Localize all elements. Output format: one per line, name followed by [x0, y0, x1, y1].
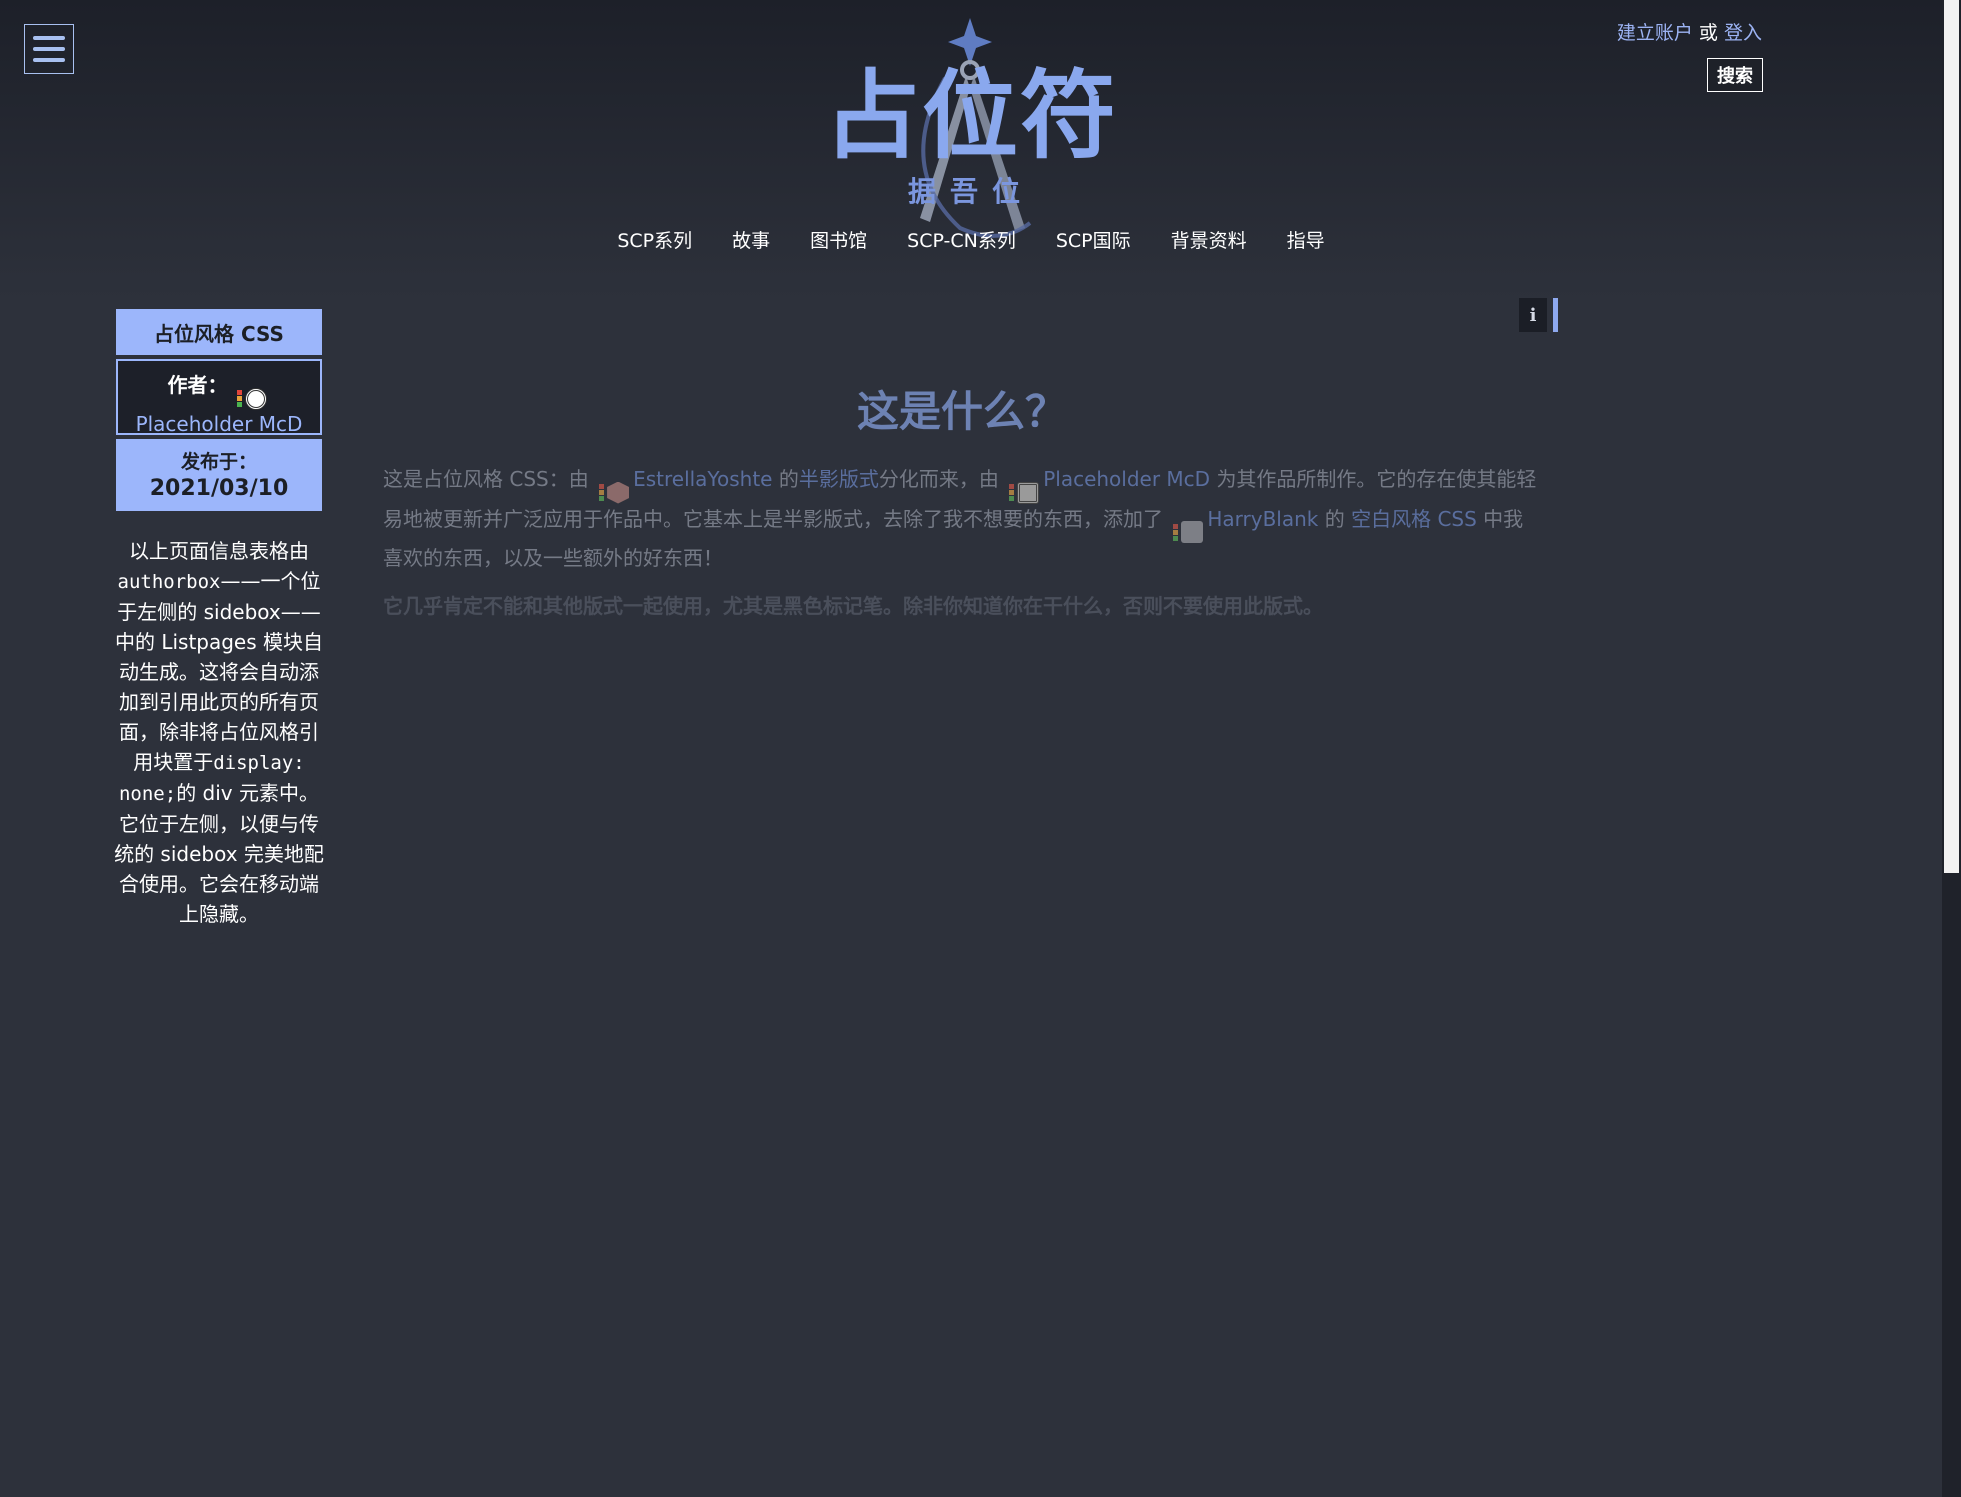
karma-bars-icon: [1173, 523, 1179, 541]
scrollbar-thumb[interactable]: [1944, 0, 1959, 873]
intro-text: 这是占位风格 CSS：由: [383, 467, 589, 491]
penumbra-theme-link[interactable]: 半影版式: [799, 467, 879, 491]
nav-item-background[interactable]: 背景资料: [1171, 226, 1247, 253]
hamburger-icon-line: [33, 47, 65, 51]
nav-item-guide[interactable]: 指导: [1287, 226, 1325, 253]
author-box-title: 占位风格 CSS: [116, 309, 322, 355]
nav-item-scp-series[interactable]: SCP系列: [617, 226, 692, 253]
scrollbar[interactable]: [1942, 0, 1961, 1497]
nav-item-library[interactable]: 图书馆: [810, 226, 867, 253]
avatar: [607, 481, 630, 504]
sidebox-text-2: ——一个位于左侧的 sidebox——中的 Listpages 模块自动生成。这…: [114, 569, 324, 774]
site-title[interactable]: 占位符: [824, 68, 1118, 164]
date-value: 2021/03/10: [149, 476, 289, 501]
top-nav: SCP系列 故事 图书馆 SCP-CN系列 SCP国际 背景资料 指导: [0, 226, 1942, 253]
hamburger-icon: [33, 36, 65, 40]
intro-text: 的: [778, 467, 799, 491]
user-link-estrellayoshte[interactable]: EstrellaYoshte: [633, 467, 772, 491]
user-link-placeholder-mcd[interactable]: Placeholder McD: [1043, 467, 1210, 491]
account-or-text: 或: [1698, 22, 1718, 44]
nav-item-scp-cn-series[interactable]: SCP-CN系列: [907, 226, 1016, 253]
info-accent-bar: [1553, 298, 1558, 332]
intro-text: 分化而来，由: [878, 467, 999, 491]
login-link[interactable]: 登入: [1724, 22, 1762, 44]
create-account-link[interactable]: 建立账户: [1617, 22, 1693, 44]
intro-text: 的: [1324, 506, 1345, 531]
user-link-harryblank[interactable]: HarryBlank: [1207, 507, 1318, 531]
avatar: [1181, 521, 1204, 543]
info-icon[interactable]: i: [1519, 298, 1547, 332]
date-label: 发布于：: [180, 451, 257, 473]
nav-item-stories[interactable]: 故事: [732, 226, 770, 253]
code-authorbox: authorbox: [117, 571, 221, 593]
menu-toggle-button[interactable]: [24, 24, 74, 74]
karma-bars-icon: [599, 484, 605, 501]
page-heading: 这是什么？: [856, 387, 1067, 436]
avatar: [1017, 481, 1040, 504]
hamburger-icon-line: [33, 58, 65, 62]
account-links: 建立账户 或 登入: [1617, 18, 1762, 45]
user-badge-harryblank[interactable]: [1173, 521, 1204, 543]
nav-item-scp-international[interactable]: SCP国际: [1056, 226, 1131, 253]
karma-bars-icon: [1009, 484, 1015, 501]
site-subtitle: 据吾位: [908, 175, 1035, 208]
warning-text: 它几乎肯定不能和其他版式一起使用，尤其是黑色标记笔。除非你知道你在干什么，否则不…: [383, 594, 1323, 618]
author-box-date: 发布于： 2021/03/10: [116, 439, 322, 511]
intro-paragraph: 这是占位风格 CSS：由 EstrellaYoshte 的半影版式分化而来，由 …: [383, 464, 1543, 574]
search-button[interactable]: 搜索: [1707, 58, 1763, 92]
blank-theme-link[interactable]: 空白风格 CSS: [1351, 507, 1477, 531]
user-badge-placeholder-mcd[interactable]: [1009, 481, 1040, 504]
user-badge-estrellayoshte[interactable]: [599, 481, 630, 504]
sidebox-text-1: 以上页面信息表格由: [129, 539, 309, 563]
sidebox-note: 以上页面信息表格由 authorbox——一个位于左侧的 sidebox——中的 …: [112, 536, 326, 929]
